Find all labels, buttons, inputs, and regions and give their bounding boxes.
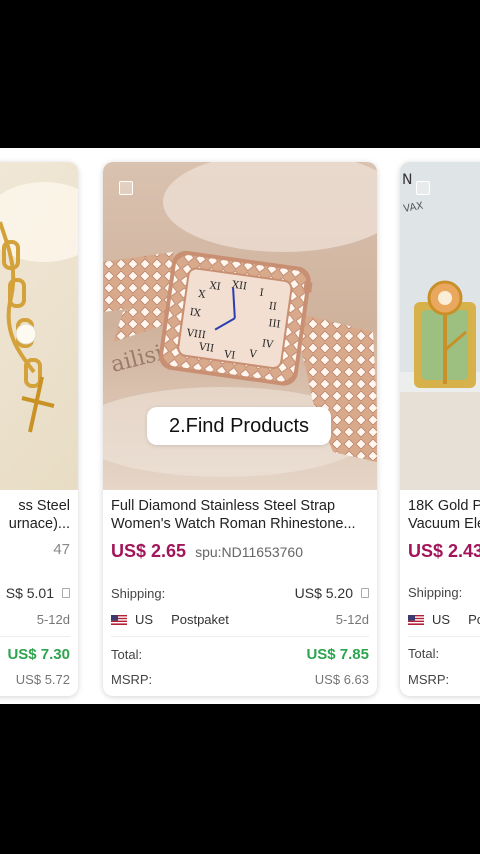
divider — [408, 636, 480, 637]
price-row: US$ 2.43 — [408, 541, 480, 565]
shipping-label: Shipping: — [408, 585, 463, 600]
step-caption: 2.Find Products — [147, 407, 331, 445]
delivery-time: 5-12d — [335, 612, 369, 627]
product-image-necklace[interactable] — [0, 162, 78, 490]
spu-code: 47 — [53, 541, 70, 558]
msrp-row: MSRP: — [408, 672, 480, 687]
total-row: Total: US$ 7.85 — [111, 646, 369, 663]
shipping-carrier: Post — [468, 612, 480, 627]
product-title[interactable]: Full Diamond Stainless Steel Strap Women… — [111, 497, 369, 533]
product-price: US$ 2.65 — [111, 541, 187, 561]
shipping-row: Shipping: US$ 5.20 — [111, 585, 369, 601]
product-price: US$ 2.43 — [408, 541, 480, 561]
msrp-row: US$ 5.72 — [0, 672, 70, 687]
select-checkbox[interactable] — [416, 181, 430, 195]
svg-text:VII: VII — [197, 341, 215, 354]
delivery-row: 5-12d — [0, 612, 70, 627]
svg-text:XI: XI — [209, 280, 222, 292]
msrp-value: US$ 5.72 — [15, 672, 70, 687]
total-row: US$ 7.30 — [0, 646, 70, 663]
total-label: Total: — [111, 647, 143, 662]
bottom-black-band — [0, 704, 480, 854]
msrp-label: MSRP: — [408, 672, 450, 687]
shipping-price: US$ 5.20 — [294, 585, 353, 601]
destination-country: US — [432, 612, 451, 627]
top-black-band — [0, 0, 480, 148]
total-label: Total: — [408, 646, 440, 661]
spu-code: spu:ND11653760 — [195, 544, 303, 560]
shipping-price: S$ 5.01 — [5, 585, 54, 601]
delivery-row: US Post — [408, 612, 480, 627]
select-checkbox[interactable] — [119, 181, 133, 195]
msrp-label: MSRP: — [111, 672, 153, 687]
product-card-brooch[interactable]: N VAX 18K Gold P Vacuum Ele US$ 2.43 Shi… — [400, 162, 480, 696]
svg-text:N: N — [402, 172, 412, 188]
svg-text:III: III — [268, 318, 281, 331]
delivery-row: US Postpaket 5-12d — [111, 612, 369, 627]
msrp-row: MSRP: US$ 6.63 — [111, 672, 369, 687]
shipping-row: Shipping: — [408, 585, 480, 600]
total-row: Total: — [408, 646, 480, 661]
shipping-label: Shipping: — [111, 585, 166, 601]
product-carousel[interactable]: ss Steel urnace)... 47 S$ 5.01 5-12d US$… — [0, 148, 480, 704]
shipping-carrier: Postpaket — [171, 612, 229, 627]
product-title[interactable]: 18K Gold P Vacuum Ele — [408, 497, 480, 533]
msrp-value: US$ 6.63 — [314, 672, 369, 687]
us-flag-icon — [111, 614, 127, 625]
divider — [0, 636, 70, 637]
total-value: US$ 7.30 — [7, 646, 70, 663]
price-row: 47 — [0, 541, 70, 565]
product-image-brooch[interactable]: N VAX — [400, 162, 480, 490]
price-row: US$ 2.65 spu:ND11653760 — [111, 541, 369, 565]
product-card-necklace[interactable]: ss Steel urnace)... 47 S$ 5.01 5-12d US$… — [0, 162, 78, 696]
svg-text:VI: VI — [222, 349, 236, 362]
copy-icon[interactable] — [62, 588, 70, 598]
svg-text:II: II — [268, 301, 277, 313]
product-title[interactable]: ss Steel urnace)... — [0, 497, 70, 533]
us-flag-icon — [408, 614, 424, 625]
delivery-time: 5-12d — [36, 612, 70, 627]
divider — [111, 636, 369, 637]
shipping-row: S$ 5.01 — [0, 585, 70, 601]
total-value: US$ 7.85 — [306, 646, 369, 663]
copy-icon[interactable] — [361, 588, 369, 598]
destination-country: US — [135, 612, 154, 627]
